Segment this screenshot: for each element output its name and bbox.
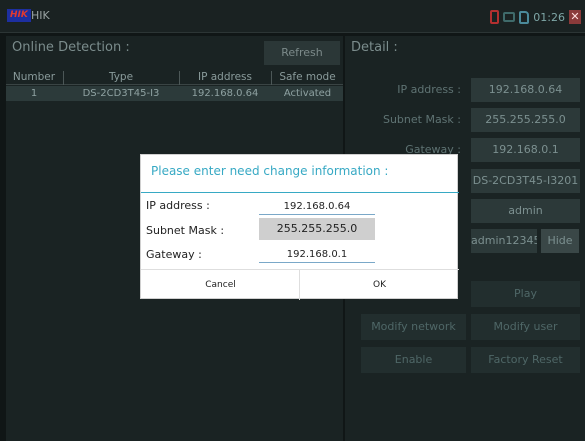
detail-password-field[interactable]: admin12345 [471,229,537,253]
top-bar: HIK HIK 01:26 ✕ [0,0,585,33]
detail-subnet-label: Subnet Mask : [382,113,461,126]
detail-subnet-field[interactable]: 255.255.255.0 [471,108,580,132]
refresh-button[interactable]: Refresh [264,41,340,65]
hide-password-button[interactable]: Hide [541,229,579,253]
table-header: Number Type IP address Safe mode [6,69,343,85]
dialog-title: Please enter need change information : [151,164,389,178]
dialog-gateway-label: Gateway : [146,248,202,261]
usb-icon [503,12,516,22]
cell-type: DS-2CD3T45-I3 [82,88,160,99]
clock: 01:26 [533,10,565,24]
cell-ip-address: 192.168.0.64 [191,88,259,99]
battery-icon [490,10,500,24]
change-info-dialog: Please enter need change information : I… [140,154,459,300]
status-area: 01:26 ✕ [490,8,581,26]
dialog-subnet-input[interactable]: 255.255.255.0 [259,218,375,240]
cell-safe-mode: Activated [283,88,332,99]
detail-title: Detail : [351,40,398,55]
brand-logo: HIK [7,9,31,22]
dialog-ip-label: IP address : [146,199,210,212]
sd-card-icon [519,10,530,24]
factory-reset-button[interactable]: Factory Reset [471,347,580,373]
column-type: Type [108,71,134,83]
cancel-button[interactable]: Cancel [141,270,300,300]
detail-username-field[interactable]: admin [471,199,580,223]
dialog-subnet-label: Subnet Mask : [146,224,225,237]
online-detection-title: Online Detection : [12,40,130,55]
play-button[interactable]: Play [471,281,580,307]
modify-user-button[interactable]: Modify user [471,314,580,340]
dialog-ip-input[interactable]: 192.168.0.64 [259,199,375,215]
ok-button[interactable]: OK [300,270,459,300]
column-ip-address: IP address [197,71,253,83]
column-safe-mode: Safe mode [279,71,336,83]
detail-ip-label: IP address : [397,83,461,96]
detail-gateway-field[interactable]: 192.168.0.1 [471,138,580,162]
detail-model-field[interactable]: DS-2CD3T45-I3201 [471,169,580,193]
column-number: Number [12,71,56,83]
app-window: HIK HIK 01:26 ✕ Online Detection : Refre… [0,0,585,441]
dialog-button-bar: Cancel OK [141,269,459,300]
app-title: HIK [31,9,50,22]
table-row[interactable]: 1 DS-2CD3T45-I3 192.168.0.64 Activated [6,86,343,101]
enable-button[interactable]: Enable [361,347,466,373]
detail-ip-field[interactable]: 192.168.0.64 [471,78,580,102]
cell-number: 1 [30,88,38,99]
modify-network-button[interactable]: Modify network [361,314,466,340]
dialog-gateway-input[interactable]: 192.168.0.1 [259,247,375,263]
close-icon[interactable]: ✕ [569,10,581,24]
dialog-divider [141,192,459,193]
